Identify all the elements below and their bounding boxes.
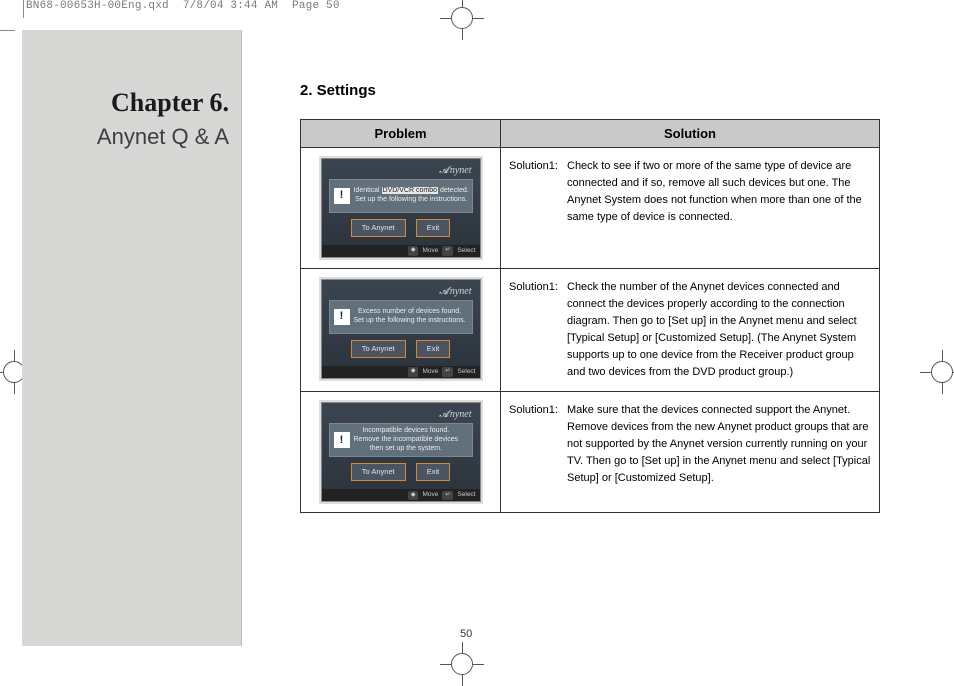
alert-icon: ! (334, 188, 350, 204)
alert-icon: ! (334, 432, 350, 448)
to-anynet-button: To Anynet (351, 219, 406, 237)
table-row: nynet ! Identical DVD/VCR combo detected… (301, 148, 880, 269)
enter-icon: ↵ (442, 367, 453, 376)
alert-icon: ! (334, 309, 350, 325)
enter-icon: ↵ (442, 246, 453, 255)
chapter-number: Chapter 6. (111, 88, 229, 118)
registration-mark-icon (920, 350, 954, 394)
registration-mark-icon (440, 642, 484, 686)
exit-button: Exit (416, 463, 451, 481)
solution-text: Check the number of the Anynet devices c… (567, 279, 871, 381)
registration-mark-icon (440, 0, 484, 40)
footer-move-label: Move (422, 246, 438, 256)
dialog-message: Excess number of devices found. Set up t… (354, 308, 466, 326)
table-row: nynet ! Incompatible devices found. Remo… (301, 392, 880, 513)
exit-button: Exit (416, 219, 451, 237)
crop-mark-icon (23, 0, 24, 18)
footer-move-label: Move (422, 367, 438, 377)
header-pagelabel: Page 50 (292, 0, 340, 12)
anynet-logo-icon: nynet (439, 284, 471, 300)
table-row: nynet ! Excess number of devices found. … (301, 269, 880, 392)
problem-screenshot: nynet ! Identical DVD/VCR combo detected… (321, 158, 481, 258)
anynet-logo-icon: nynet (439, 407, 471, 423)
to-anynet-button: To Anynet (351, 340, 406, 358)
col-header-solution: Solution (501, 120, 880, 148)
col-header-problem: Problem (301, 120, 501, 148)
enter-icon: ↵ (442, 491, 453, 500)
solution-label: Solution1: (509, 402, 567, 487)
exit-button: Exit (416, 340, 451, 358)
section-title: 2. Settings (300, 82, 912, 99)
footer-move-label: Move (422, 490, 438, 500)
dialog-message: Identical DVD/VCR combo detected. Set up… (354, 187, 469, 205)
page-number: 50 (460, 628, 472, 640)
chapter-subtitle: Anynet Q & A (97, 124, 229, 150)
header-filename: BN68-00653H-00Eng.qxd (26, 0, 169, 12)
anynet-logo-icon: nynet (439, 163, 471, 179)
header-datetime: 7/8/04 3:44 AM (183, 0, 278, 12)
solution-label: Solution1: (509, 279, 567, 381)
solution-label: Solution1: (509, 158, 567, 226)
dpad-icon: ◆ (408, 246, 419, 255)
crop-mark-icon (0, 30, 15, 31)
footer-select-label: Select (457, 367, 475, 377)
problem-screenshot: nynet ! Excess number of devices found. … (321, 279, 481, 379)
footer-select-label: Select (457, 490, 475, 500)
page-root: BN68-00653H-00Eng.qxd 7/8/04 3:44 AM Pag… (0, 0, 954, 669)
solution-text: Make sure that the devices connected sup… (567, 402, 871, 487)
prepress-header: BN68-00653H-00Eng.qxd 7/8/04 3:44 AM Pag… (26, 0, 340, 12)
dpad-icon: ◆ (408, 491, 419, 500)
sidebar: Chapter 6. Anynet Q & A (22, 30, 242, 646)
solution-text: Check to see if two or more of the same … (567, 158, 871, 226)
problem-screenshot: nynet ! Incompatible devices found. Remo… (321, 402, 481, 502)
qa-table: Problem Solution nynet ! Identical (300, 119, 880, 513)
content-area: 2. Settings Problem Solution nynet ! (300, 82, 912, 513)
footer-select-label: Select (457, 246, 475, 256)
to-anynet-button: To Anynet (351, 463, 406, 481)
dpad-icon: ◆ (408, 367, 419, 376)
dialog-message: Incompatible devices found. Remove the i… (354, 427, 459, 453)
